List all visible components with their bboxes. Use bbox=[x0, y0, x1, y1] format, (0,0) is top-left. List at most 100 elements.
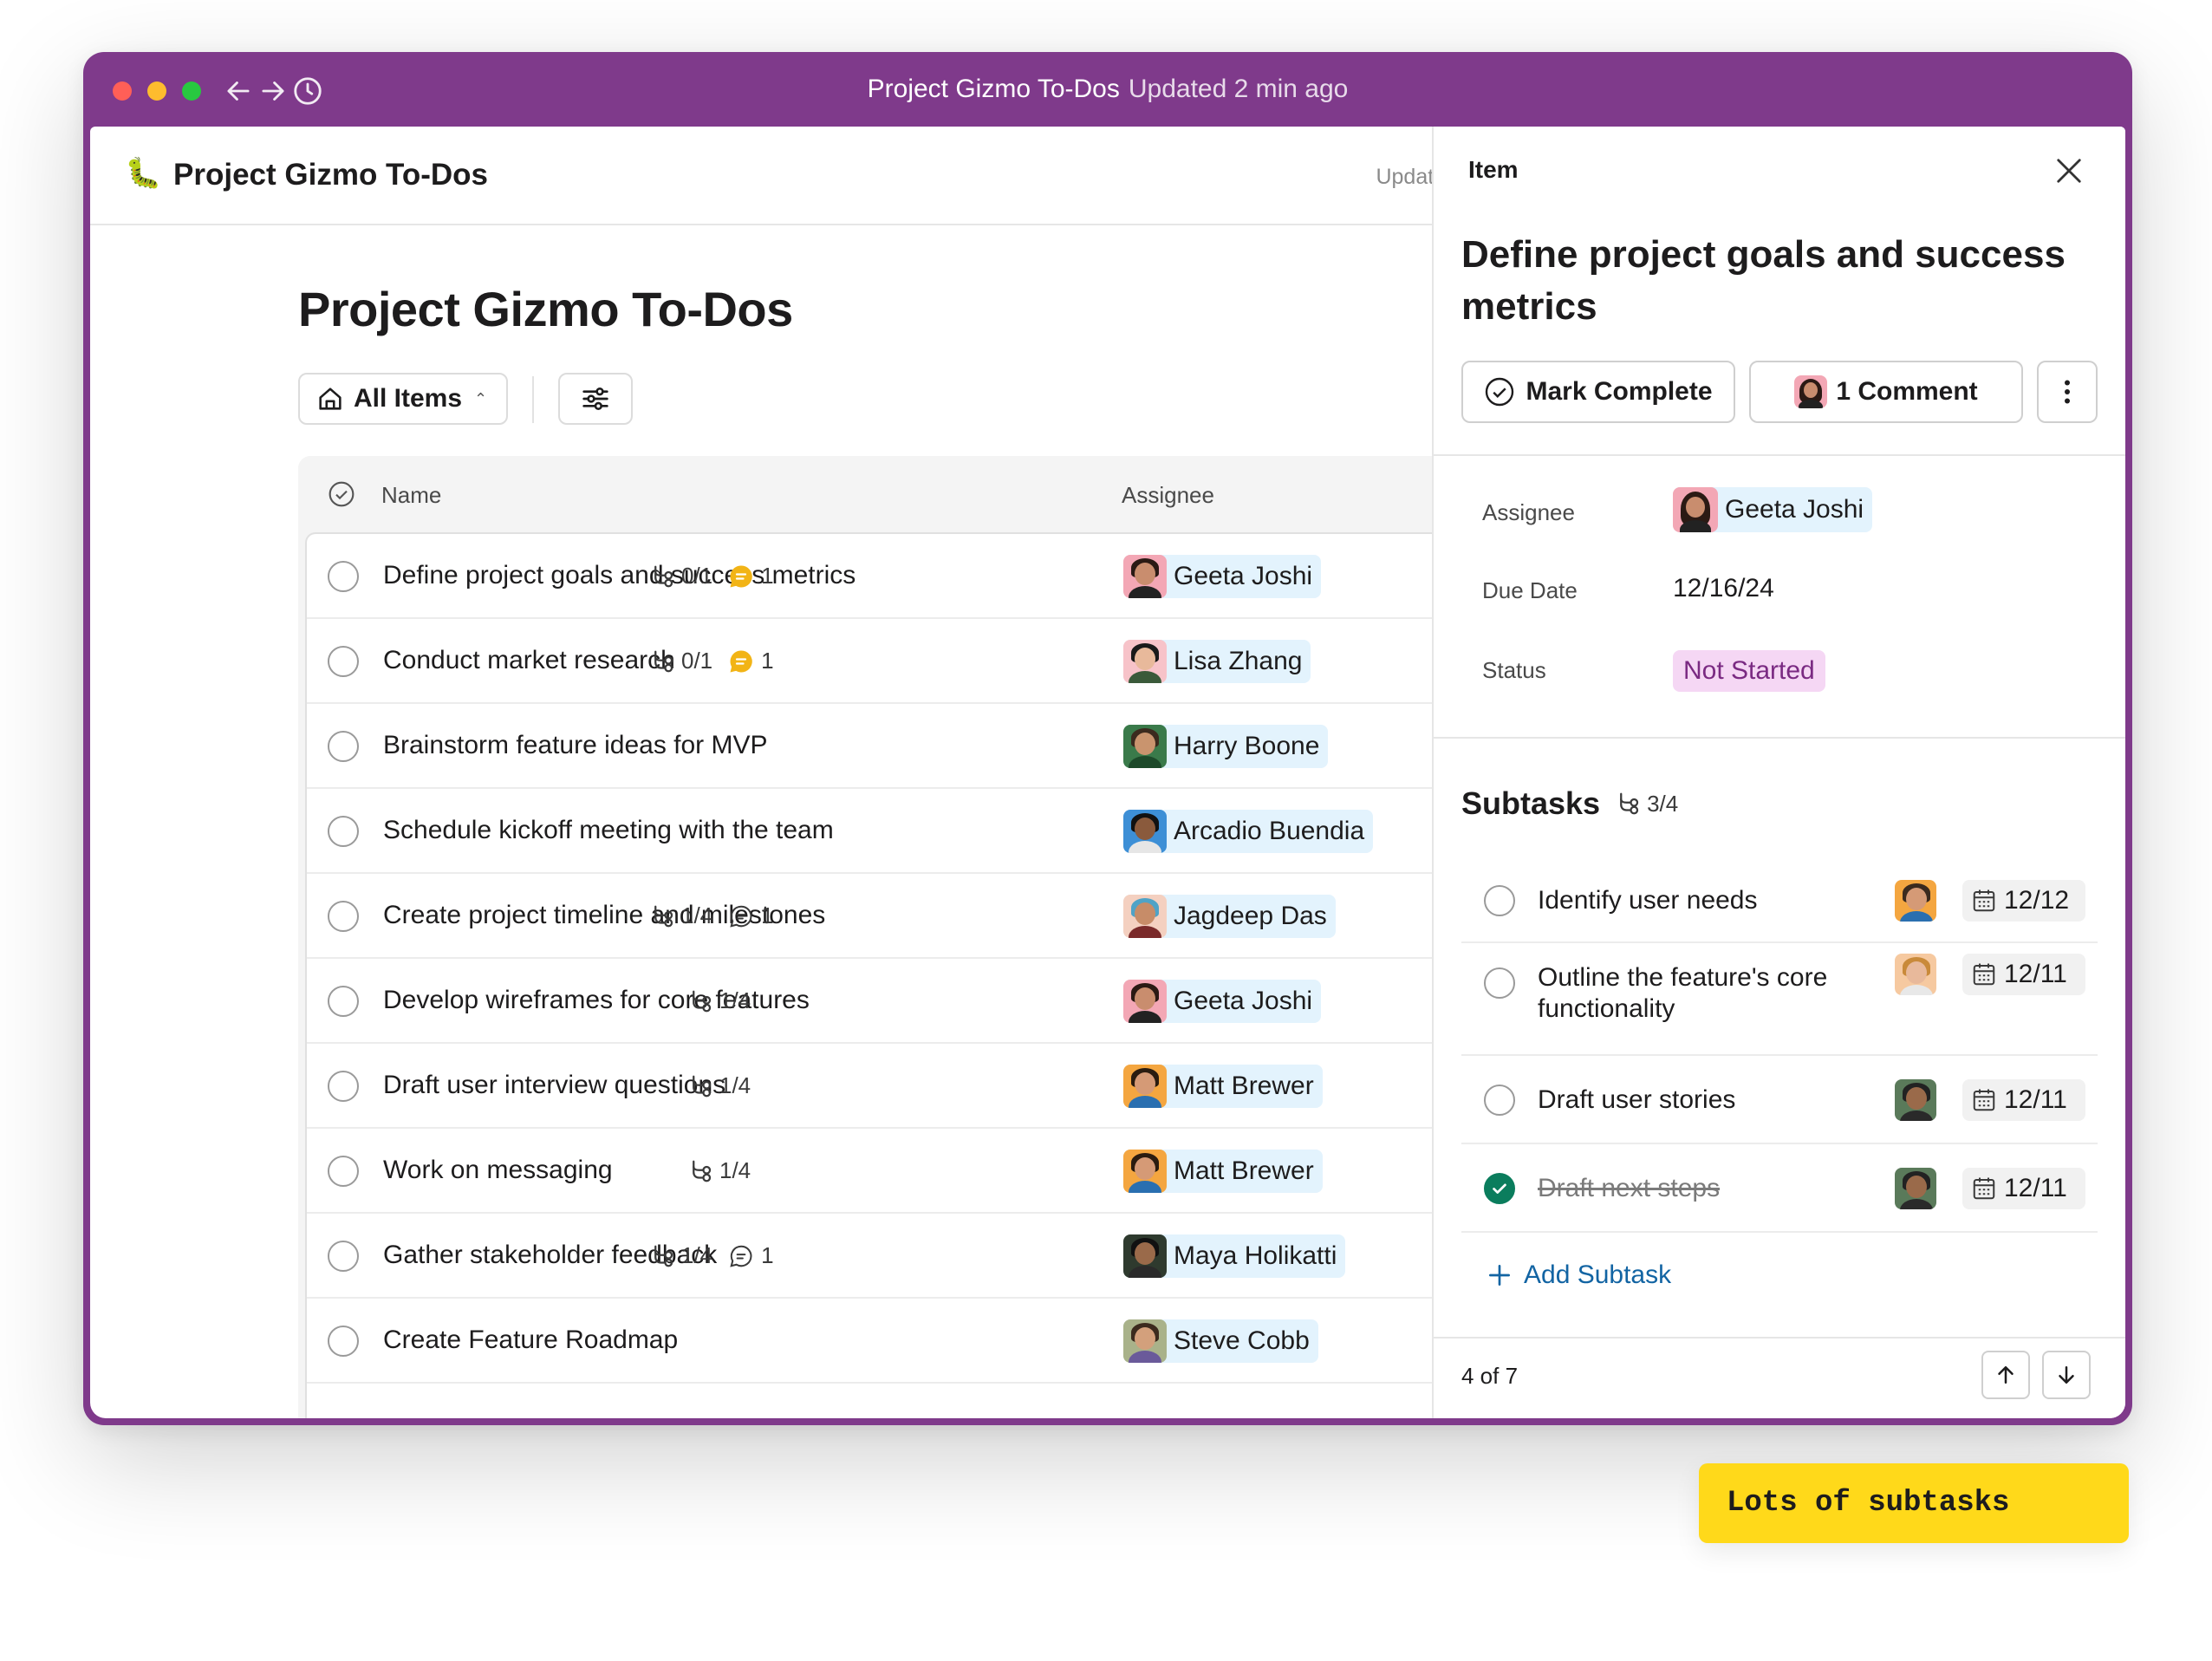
assignee-chip[interactable]: Maya Holikatti bbox=[1123, 1234, 1346, 1278]
assignee-chip[interactable]: Geeta Joshi bbox=[1123, 555, 1322, 598]
table-row[interactable]: Draft user interview questions 1/4 Matt Br… bbox=[307, 1044, 1458, 1129]
table-header: Name Assignee bbox=[298, 456, 1451, 532]
title-bar: Project Gizmo To-Dos Updated 2 min ago bbox=[83, 52, 2132, 127]
subtask-text[interactable]: Draft next steps bbox=[1538, 1173, 1720, 1204]
subtask-row[interactable]: Draft next steps 12/11 bbox=[1461, 1144, 2098, 1233]
assignee-chip[interactable]: Matt Brewer bbox=[1123, 1150, 1323, 1193]
table-row[interactable]: Develop wireframes for core features 1/4 G… bbox=[307, 959, 1458, 1044]
table-row[interactable]: Work on messaging 1/4 Matt Brewer bbox=[307, 1129, 1458, 1214]
next-item-button[interactable] bbox=[2042, 1351, 2091, 1399]
row-checkbox[interactable] bbox=[328, 1241, 359, 1272]
status-badge[interactable]: Not Started bbox=[1673, 650, 1825, 692]
subtask-count[interactable]: 0/1 bbox=[650, 648, 712, 674]
table-row[interactable]: Conduct market research 0/1 1 Lisa Zhang bbox=[307, 619, 1458, 704]
subtask-branch-icon bbox=[654, 905, 673, 927]
table-row[interactable]: Brainstorm feature ideas for MVP Harry Bo… bbox=[307, 704, 1458, 789]
row-name[interactable]: Brainstorm feature ideas for MVP bbox=[383, 731, 768, 760]
assignee-name: Geeta Joshi bbox=[1174, 562, 1313, 590]
subtask-row[interactable]: Outline the feature's core functionality… bbox=[1461, 943, 2098, 1056]
subtask-due-date[interactable]: 12/12 bbox=[1962, 880, 2085, 922]
view-select[interactable]: All Items ⌃ bbox=[298, 373, 508, 425]
assignee-chip[interactable]: Geeta Joshi bbox=[1123, 980, 1322, 1023]
comment-count[interactable]: 1 bbox=[728, 1242, 774, 1269]
mark-complete-button[interactable]: Mark Complete bbox=[1461, 361, 1735, 423]
subtask-checkbox[interactable] bbox=[1484, 1085, 1515, 1116]
avatar bbox=[1123, 555, 1167, 598]
row-checkbox[interactable] bbox=[328, 816, 359, 847]
assignee-chip[interactable]: Jagdeep Das bbox=[1123, 895, 1336, 938]
comment-bubble-icon bbox=[730, 564, 752, 587]
subtask-due-date[interactable]: 12/11 bbox=[1962, 1079, 2085, 1121]
subtask-checkbox[interactable] bbox=[1484, 1173, 1515, 1204]
row-checkbox[interactable] bbox=[328, 561, 359, 592]
subtask-row[interactable]: Identify user needs 12/12 bbox=[1461, 858, 2098, 943]
home-icon bbox=[319, 388, 342, 410]
due-date-field-value[interactable]: 12/16/24 bbox=[1673, 574, 1774, 603]
subtask-count[interactable]: 1/4 bbox=[650, 902, 712, 929]
divider bbox=[1434, 1337, 2125, 1339]
subtask-count-text: 1/4 bbox=[719, 987, 751, 1013]
more-options-button[interactable] bbox=[2037, 361, 2098, 423]
table-row[interactable]: Create project timeline and milestones 1/… bbox=[307, 874, 1458, 959]
row-name[interactable]: Define project goals and success metrics bbox=[383, 561, 856, 590]
subtask-checkbox[interactable] bbox=[1484, 967, 1515, 999]
subtask-count[interactable]: 1/4 bbox=[688, 1157, 751, 1184]
assignee-chip[interactable]: Matt Brewer bbox=[1123, 1065, 1323, 1108]
previous-item-button[interactable] bbox=[1981, 1351, 2030, 1399]
avatar bbox=[1123, 725, 1167, 768]
subtask-count[interactable]: 1/4 bbox=[650, 1242, 712, 1269]
subtask-count-text: 0/1 bbox=[681, 563, 713, 589]
subtask-count[interactable]: 1/4 bbox=[688, 1072, 751, 1099]
subtask-text[interactable]: Identify user needs bbox=[1538, 885, 1758, 916]
table-row[interactable]: Define project goals and success metrics… bbox=[307, 534, 1458, 619]
subtask-count[interactable]: 0/1 bbox=[650, 563, 712, 589]
subtask-count-text: 1/4 bbox=[719, 1157, 751, 1183]
table-row[interactable]: Create Feature Roadmap Steve Cobb bbox=[307, 1299, 1458, 1384]
comment-count[interactable]: 1 bbox=[728, 902, 774, 929]
assignee-field-value[interactable]: Geeta Joshi bbox=[1673, 487, 1873, 532]
subtask-due-date[interactable]: 12/11 bbox=[1962, 1168, 2085, 1209]
row-meta: 1/4 bbox=[688, 987, 751, 1014]
table-row[interactable]: Gather stakeholder feedback 1/4 1 Maya Holi… bbox=[307, 1214, 1458, 1299]
table-row[interactable]: Schedule kickoff meeting with the team Ar… bbox=[307, 789, 1458, 874]
subtask-checkbox[interactable] bbox=[1484, 885, 1515, 916]
assignee-chip[interactable]: Harry Boone bbox=[1123, 725, 1329, 768]
subtasks-title: Subtasks bbox=[1461, 785, 1601, 821]
row-checkbox[interactable] bbox=[328, 986, 359, 1017]
close-icon[interactable] bbox=[2051, 153, 2087, 189]
row-name[interactable]: Conduct market research bbox=[383, 646, 675, 675]
row-checkbox[interactable] bbox=[328, 1326, 359, 1357]
row-checkbox[interactable] bbox=[328, 646, 359, 677]
filter-button[interactable] bbox=[558, 373, 633, 425]
subtask-text[interactable]: Outline the feature's core functionality bbox=[1538, 962, 1832, 1025]
assignee-chip[interactable]: Lisa Zhang bbox=[1123, 640, 1311, 683]
comment-count-text: 1 bbox=[761, 902, 774, 928]
subtask-due-date[interactable]: 12/11 bbox=[1962, 954, 2085, 995]
comment-count[interactable]: 1 bbox=[728, 648, 774, 674]
subtask-text[interactable]: Draft user stories bbox=[1538, 1085, 1735, 1116]
comments-button[interactable]: 1 Comment bbox=[1749, 361, 2023, 423]
assignee-chip[interactable]: Arcadio Buendia bbox=[1123, 810, 1374, 853]
column-header-assignee[interactable]: Assignee bbox=[1122, 482, 1214, 509]
row-checkbox[interactable] bbox=[328, 1071, 359, 1102]
avatar bbox=[1895, 1168, 1936, 1209]
subtask-count[interactable]: 1/4 bbox=[688, 987, 751, 1014]
row-name[interactable]: Create Feature Roadmap bbox=[383, 1326, 678, 1355]
column-header-name[interactable]: Name bbox=[381, 482, 441, 509]
assignee-chip[interactable]: Steve Cobb bbox=[1123, 1319, 1318, 1363]
row-checkbox[interactable] bbox=[328, 1156, 359, 1187]
row-checkbox[interactable] bbox=[328, 731, 359, 762]
comment-count[interactable]: 1 bbox=[728, 563, 774, 589]
due-date-field-label: Due Date bbox=[1482, 577, 1578, 603]
add-subtask-button[interactable]: Add Subtask bbox=[1486, 1260, 1671, 1290]
avatar bbox=[1123, 895, 1167, 938]
subtask-branch-icon bbox=[693, 990, 712, 1012]
subtask-row[interactable]: Draft user stories 12/11 bbox=[1461, 1056, 2098, 1144]
subtasks-header: Subtasks 3/4 bbox=[1461, 785, 1678, 822]
row-checkbox[interactable] bbox=[328, 901, 359, 932]
row-name[interactable]: Draft user interview questions bbox=[383, 1071, 725, 1100]
row-name[interactable]: Schedule kickoff meeting with the team bbox=[383, 816, 834, 845]
row-name[interactable]: Work on messaging bbox=[383, 1156, 613, 1185]
calendar-icon bbox=[1973, 1177, 1995, 1200]
check-circle-icon[interactable] bbox=[328, 480, 355, 508]
